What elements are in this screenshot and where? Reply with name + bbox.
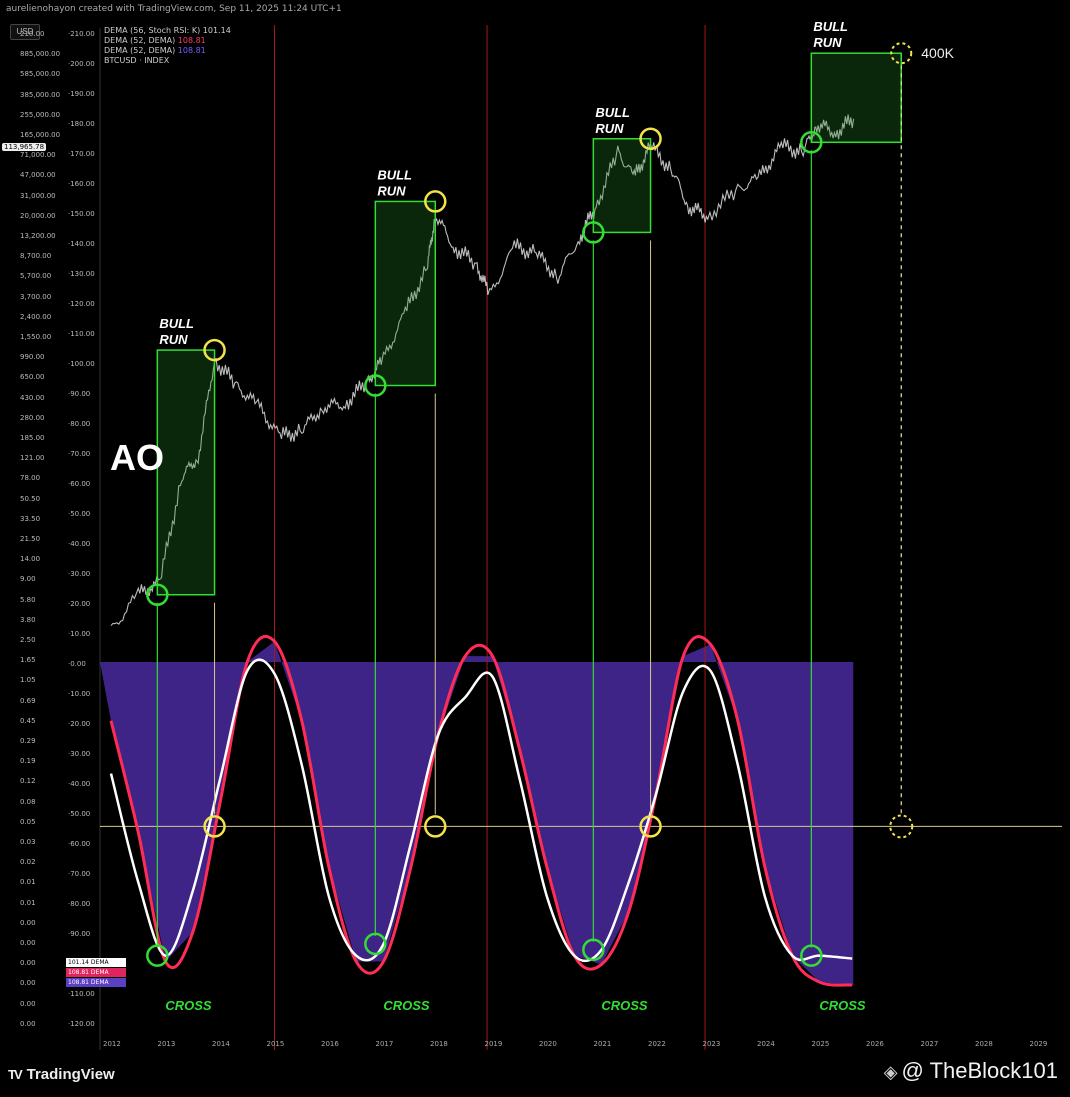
tradingview-brand: TradingView: [26, 1066, 115, 1083]
mini-legend-purple: 108.81 DEMA: [66, 978, 126, 987]
bull-run-box: [810, 52, 903, 144]
cross-label: CROSS: [383, 998, 430, 1013]
x-axis-tick: 2024: [757, 1040, 775, 1048]
tradingview-logo: TV TradingView: [8, 1066, 115, 1083]
x-axis-tick: 2021: [594, 1040, 612, 1048]
tradingview-mark-icon: TV: [8, 1067, 23, 1082]
credit: ◈ @ TheBlock101: [884, 1058, 1058, 1084]
mini-legend-red: 108.81 DEMA: [66, 968, 126, 977]
x-axis-tick: 2015: [267, 1040, 285, 1048]
x-axis-tick: 2014: [212, 1040, 230, 1048]
target-label: 400K: [921, 45, 954, 61]
x-axis-tick: 2028: [975, 1040, 993, 1048]
btc-cycle-chart: BULLRUNBULLRUNBULLRUNBULLRUNCROSS CROSS CR…: [99, 19, 1062, 1050]
mini-legend-white: 101.14 DEMA: [66, 958, 126, 967]
x-axis-tick: 2019: [485, 1040, 503, 1048]
bull-run-label-line2: RUN: [377, 183, 406, 198]
x-axis-tick: 2017: [376, 1040, 394, 1048]
x-axis-tick: 2026: [866, 1040, 884, 1048]
x-axis-tick: 2020: [539, 1040, 557, 1048]
x-axis-tick: 2016: [321, 1040, 339, 1048]
ao-label: AO: [110, 437, 164, 478]
bull-run-box: [156, 349, 216, 596]
x-axis-tick: 2027: [921, 1040, 939, 1048]
x-axis-tick: 2025: [812, 1040, 830, 1048]
diamond-logo-icon: ◈: [883, 1062, 898, 1082]
credit-text: @ TheBlock101: [901, 1058, 1058, 1083]
x-axis-tick: 2022: [648, 1040, 666, 1048]
bull-run-label-line1: BULL: [377, 167, 412, 182]
cross-label: CROSS: [601, 998, 648, 1013]
btc-price-line: [110, 114, 855, 626]
bull-run-label-line1: BULL: [813, 19, 848, 34]
bull-run-label-line2: RUN: [813, 35, 842, 50]
bull-run-label-line2: RUN: [159, 332, 188, 347]
x-axis-tick: 2012: [103, 1040, 121, 1048]
mini-legend: 101.14 DEMA 108.81 DEMA 108.81 DEMA: [66, 958, 126, 988]
bull-run-label-line1: BULL: [595, 105, 630, 120]
x-axis-tick: 2018: [430, 1040, 448, 1048]
x-axis-tick: 2023: [703, 1040, 721, 1048]
cross-label: CROSS: [819, 998, 866, 1013]
bull-run-label-line2: RUN: [595, 121, 624, 136]
bull-run-box: [592, 138, 652, 234]
bull-run-box: [374, 200, 437, 387]
x-axis-tick: 2013: [158, 1040, 176, 1048]
cross-label: CROSS: [165, 998, 212, 1013]
x-axis-tick: 2029: [1030, 1040, 1048, 1048]
bull-run-label-line1: BULL: [159, 316, 194, 331]
